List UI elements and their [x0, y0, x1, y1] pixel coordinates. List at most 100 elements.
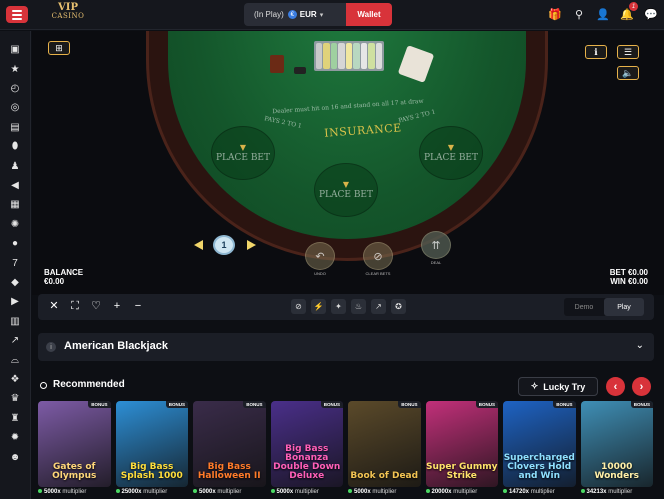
fish-icon[interactable]: ◆ [8, 276, 22, 291]
heart-icon[interactable]: ♡ [90, 299, 102, 313]
volatility-icon[interactable]: ⚡ [311, 299, 326, 314]
game-card[interactable]: BONUS Big Bass Bonanza Double Down Deluxe… [270, 401, 343, 499]
search-icon[interactable]: ⚲ [572, 7, 586, 21]
game-title-bar[interactable]: i American Blackjack ⌄ [38, 333, 654, 361]
bet-spot-center[interactable]: ▼ PLACE BET [314, 163, 378, 217]
game-card[interactable]: BONUS Gates of Olympus 5000x multiplier [38, 401, 111, 499]
game-thumbnail[interactable]: BONUS 10000 Wonders [580, 401, 653, 487]
logo[interactable]: VIP CASINO [48, 3, 88, 20]
flame-icon[interactable]: ♨ [351, 299, 366, 314]
chevron-down-icon[interactable]: ⌄ [636, 340, 644, 351]
multiplier-value: 20000x [431, 489, 452, 495]
prev-arrow-button[interactable]: ‹ [606, 377, 625, 396]
wallet-button[interactable]: Wallet [346, 3, 392, 26]
game-lobby-button[interactable]: ⊞ [48, 41, 70, 55]
game-thumbnail[interactable]: BONUS Super Gummy Strike [425, 401, 498, 487]
ticket-icon[interactable]: ▤ [8, 121, 22, 136]
chip-rack [314, 41, 384, 71]
game-thumbnail[interactable]: BONUS Book of Dead [348, 401, 421, 487]
top-bar: VIP CASINO (In Play) € EUR ▾ Wallet 🎁 ⚲ … [0, 0, 664, 30]
place-bet-label: PLACE BET [423, 152, 479, 163]
spade-icon: ▼ [447, 142, 455, 152]
settings-menu-button[interactable]: ☰ [617, 45, 639, 59]
target-icon[interactable]: ◎ [8, 101, 22, 116]
menu-button[interactable] [6, 6, 28, 23]
info-button[interactable]: ℹ [585, 45, 607, 59]
game-thumbnail[interactable]: BONUS Supercharged Clovers Hold and Win [503, 401, 576, 487]
bowl-icon[interactable]: ⌓ [8, 353, 22, 368]
history-icon[interactable]: ◴ [8, 82, 22, 97]
sound-button[interactable]: 🔈 [617, 66, 639, 80]
game-thumbnail[interactable]: BONUS Big Bass Bonanza Double Down Deluxe [270, 401, 343, 487]
bonus-badge: BONUS [398, 401, 421, 408]
play-mode-button[interactable]: Play [604, 298, 644, 316]
game-card[interactable]: BONUS Big Bass Splash 1000 25000x multipli… [115, 401, 188, 499]
trophy-icon[interactable]: ♛ [8, 392, 22, 407]
trophy-cup-icon[interactable]: ♜ [8, 411, 22, 426]
speaker-icon: 🔈 [622, 67, 634, 78]
casino-icon[interactable]: ▣ [8, 43, 22, 58]
gift-icon[interactable]: ❖ [8, 373, 22, 388]
game-thumbnail[interactable]: BONUS Big Bass Splash 1000 [115, 401, 188, 487]
game-thumbnail[interactable]: BONUS Gates of Olympus [38, 401, 111, 487]
live-dot-icon [38, 489, 42, 493]
bingo-icon[interactable]: ▥ [8, 314, 22, 329]
game-multiplier: 20000x multiplier [425, 489, 477, 495]
undo-button[interactable]: ↶ UNDO [305, 242, 335, 276]
game-card[interactable]: BONUS Supercharged Clovers Hold and Win 14… [503, 401, 576, 499]
slot-icon[interactable]: ▦ [8, 198, 22, 213]
chip-prev-arrow[interactable] [194, 240, 203, 250]
wheel2-icon[interactable]: ✹ [8, 431, 22, 446]
provider-icon[interactable]: ✦ [331, 299, 346, 314]
recommended-header: Recommended ✧ Lucky Try ‹ › [38, 376, 654, 398]
next-arrow-button[interactable]: › [632, 377, 651, 396]
award-icon[interactable]: ✪ [391, 299, 406, 314]
selected-chip[interactable]: 1 [213, 235, 235, 255]
live-dot-icon [193, 489, 197, 493]
help-icon[interactable]: ☻ [8, 450, 22, 465]
place-bet-label: PLACE BET [318, 189, 374, 200]
undo-label: UNDO [314, 271, 326, 276]
balance-selector[interactable]: (In Play) € EUR ▾ Wallet [244, 3, 392, 26]
megaphone-icon[interactable]: ◀ [8, 179, 22, 194]
user-icon[interactable]: 👤 [596, 7, 610, 21]
clear-bets-button[interactable]: ⊘ CLEAR BETS [363, 242, 393, 276]
notification-badge: 1 [629, 2, 638, 11]
trend-icon[interactable]: ↗ [371, 299, 386, 314]
bonus-badge: BONUS [88, 401, 111, 408]
game-card[interactable]: BONUS Book of Dead 5000x multiplier [348, 401, 421, 499]
egg-icon[interactable]: ⬮ [8, 140, 22, 155]
seven-icon[interactable]: 7 [8, 256, 22, 271]
bet-win-display: BET €0.00 WIN €0.00 [610, 268, 648, 286]
close-icon[interactable]: ✕ [48, 299, 60, 313]
game-card[interactable]: BONUS Super Gummy Strike 20000x multiplier [425, 401, 498, 499]
wheel-icon[interactable]: ✺ [8, 218, 22, 233]
list-icon: ☰ [623, 46, 633, 57]
bet-spot-right[interactable]: ▼ PLACE BET [419, 126, 483, 180]
bell-icon[interactable]: 🔔 1 [620, 2, 638, 21]
game-card[interactable]: BONUS Big Bass Halloween II 5000x multipli… [193, 401, 266, 499]
star-icon[interactable]: ★ [8, 62, 22, 77]
play-icon[interactable]: ▶ [8, 295, 22, 310]
bet-spot-left[interactable]: ▼ PLACE BET [211, 126, 275, 180]
gift-icon[interactable]: 🎁 [548, 7, 562, 21]
bonus-badge: BONUS [165, 401, 188, 408]
lucky-try-button[interactable]: ✧ Lucky Try [518, 377, 598, 396]
game-card[interactable]: BONUS 10000 Wonders 34213x multiplier [580, 401, 653, 499]
chip-next-arrow[interactable] [247, 240, 256, 250]
multiplier-suffix: multiplier [143, 489, 168, 495]
game-name: Big Bass Splash 1000 [120, 462, 183, 481]
demo-mode-button[interactable]: Demo [564, 298, 604, 316]
crash-icon[interactable]: ↗ [8, 334, 22, 349]
no-bonus-icon[interactable]: ⊘ [291, 299, 306, 314]
fullscreen-icon[interactable]: ⛶ [69, 299, 81, 313]
multiplier-suffix: multiplier [372, 489, 397, 495]
zoom-in-icon[interactable]: + [111, 299, 123, 313]
chip-icon[interactable]: ● [8, 237, 22, 252]
game-thumbnail[interactable]: BONUS Big Bass Halloween II [193, 401, 266, 487]
zoom-out-icon[interactable]: − [132, 299, 144, 313]
deal-button[interactable]: ⇈ DEAL [421, 231, 451, 265]
user-icon[interactable]: ♟ [8, 159, 22, 174]
chat-icon[interactable]: 💬 [644, 7, 658, 21]
grid-icon: ⊞ [55, 42, 63, 53]
